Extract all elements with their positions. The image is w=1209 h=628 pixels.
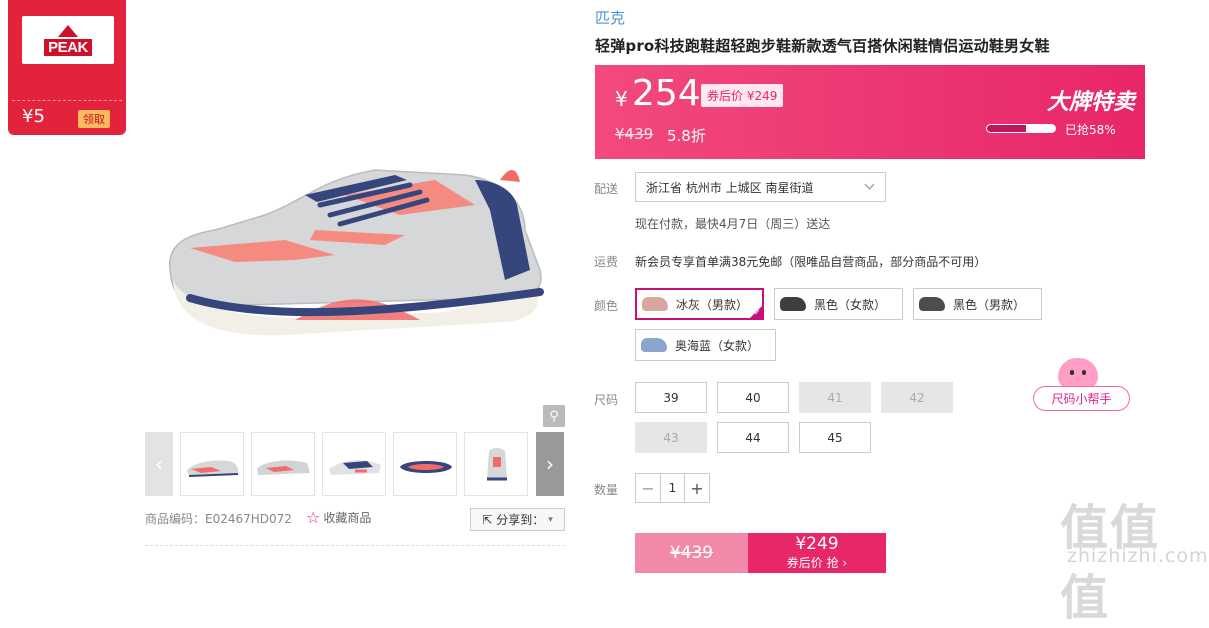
address-value: 浙江省 杭州市 上城区 南星街道 [646,180,814,195]
sold-progress-bar [986,124,1056,133]
buy-price: ¥249 [795,534,839,554]
color-swatch [641,338,667,352]
freight-label: 运费 [594,255,619,269]
favorite-button[interactable]: ☆ 收藏商品 [306,508,371,527]
original-price: ¥439 [615,125,654,143]
color-swatch [642,297,668,311]
shipping-label: 配送 [594,182,619,196]
size-option-45[interactable]: 45 [799,422,871,453]
thumbnail-2[interactable] [251,432,315,496]
quantity-label: 数量 [594,483,619,497]
delivery-estimate: 现在付款，最快4月7日（周三）送达 [635,217,831,231]
color-option-label: 黑色（女款） [814,297,887,312]
coupon-amount: ¥5 [22,106,45,127]
caret-down-icon: ▾ [548,514,553,525]
chevron-down-icon [864,179,875,190]
size-option-39[interactable]: 39 [635,382,707,413]
coupon-claim-button[interactable]: 领取 [78,110,110,128]
color-option-label: 奥海蓝（女款） [675,338,760,353]
main-product-image[interactable] [145,30,565,420]
currency-symbol: ¥ [615,87,628,111]
thumbnail-1[interactable] [180,432,244,496]
shoe-illustration [169,169,544,336]
watermark-url: zhizhizhi.com [1067,545,1209,567]
thumbnail-5[interactable] [464,432,528,496]
color-option-label: 黑色（男款） [953,297,1026,312]
quantity-plus-button[interactable]: + [685,474,709,502]
color-option-ocean-blue[interactable]: 奥海蓝（女款） [635,329,776,361]
freight-text: 新会员专享首单满38元免邮（限唯品自营商品，部分商品不可用） [635,255,987,269]
sold-progress-fill [987,125,1027,132]
share-icon: ⇱ [482,512,493,527]
star-outline-icon: ☆ [306,508,321,527]
thumbnail-4[interactable] [393,432,457,496]
size-option-41: 41 [799,382,871,413]
peak-logo: PEAK [22,16,114,64]
color-swatch [919,297,945,311]
coupon-ribbon: PEAK ¥5 领取 [8,0,126,135]
price-panel: ¥ 254 券后价 ¥249 ¥439 5.8折 大牌特卖 已抢58% [595,65,1145,159]
thumbnail-next-button[interactable]: › [536,432,564,496]
address-select[interactable]: 浙江省 杭州市 上城区 南星街道 [635,172,886,202]
peak-logo-text: PEAK [44,38,92,56]
color-option-label: 冰灰（男款） [676,297,749,312]
buy-original-price[interactable]: ¥439 [635,533,748,573]
size-option-42: 42 [881,382,953,413]
promo-title: 大牌特卖 [1047,90,1136,115]
size-label: 尺码 [594,393,619,407]
size-option-44[interactable]: 44 [717,422,789,453]
quantity-stepper: − 1 + [635,473,710,503]
size-option-43: 43 [635,422,707,453]
thumbnail-3[interactable] [322,432,386,496]
after-coupon-badge: 券后价 ¥249 [701,84,784,107]
product-title: 轻弹pro科技跑鞋超轻跑步鞋新款透气百搭休闲鞋情侣运动鞋男女鞋 [595,37,1050,55]
sold-progress-text: 已抢58% [1065,123,1116,137]
favorite-label: 收藏商品 [323,511,372,525]
buy-action-label: 券后价 抢 › [786,556,848,570]
share-label: 分享到： [496,513,545,527]
color-option-black-men[interactable]: 黑色（男款） [913,288,1042,320]
color-option-ice-grey[interactable]: 冰灰（男款） ✓ [635,288,764,320]
selected-check-icon: ✓ [749,305,763,319]
size-helper-button[interactable]: 尺码小帮手 [1033,386,1130,411]
brand-link[interactable]: 匹克 [595,7,625,28]
color-swatch [780,297,806,311]
quantity-minus-button[interactable]: − [636,474,660,502]
thumbnail-prev-button[interactable]: ‹ [145,432,173,496]
color-option-black-women[interactable]: 黑色（女款） [774,288,903,320]
magnifier-icon: ⚲ [549,408,559,424]
quantity-input[interactable]: 1 [660,474,685,502]
discount-rate: 5.8折 [667,127,706,145]
sku-code: 商品编码：E02467HD072 [145,512,292,526]
color-label: 颜色 [594,299,619,313]
buy-now-button[interactable]: ¥249 券后价 抢 › [748,533,886,573]
current-price: 254 [632,73,701,114]
coupon-divider [12,100,122,101]
peak-mark-icon [58,24,78,37]
chevron-left-icon: ‹ [155,452,163,476]
zoom-button[interactable]: ⚲ [543,405,565,427]
divider [145,545,565,546]
chevron-right-icon: › [546,452,554,476]
share-button[interactable]: ⇱ 分享到： ▾ [470,508,565,531]
size-option-40[interactable]: 40 [717,382,789,413]
